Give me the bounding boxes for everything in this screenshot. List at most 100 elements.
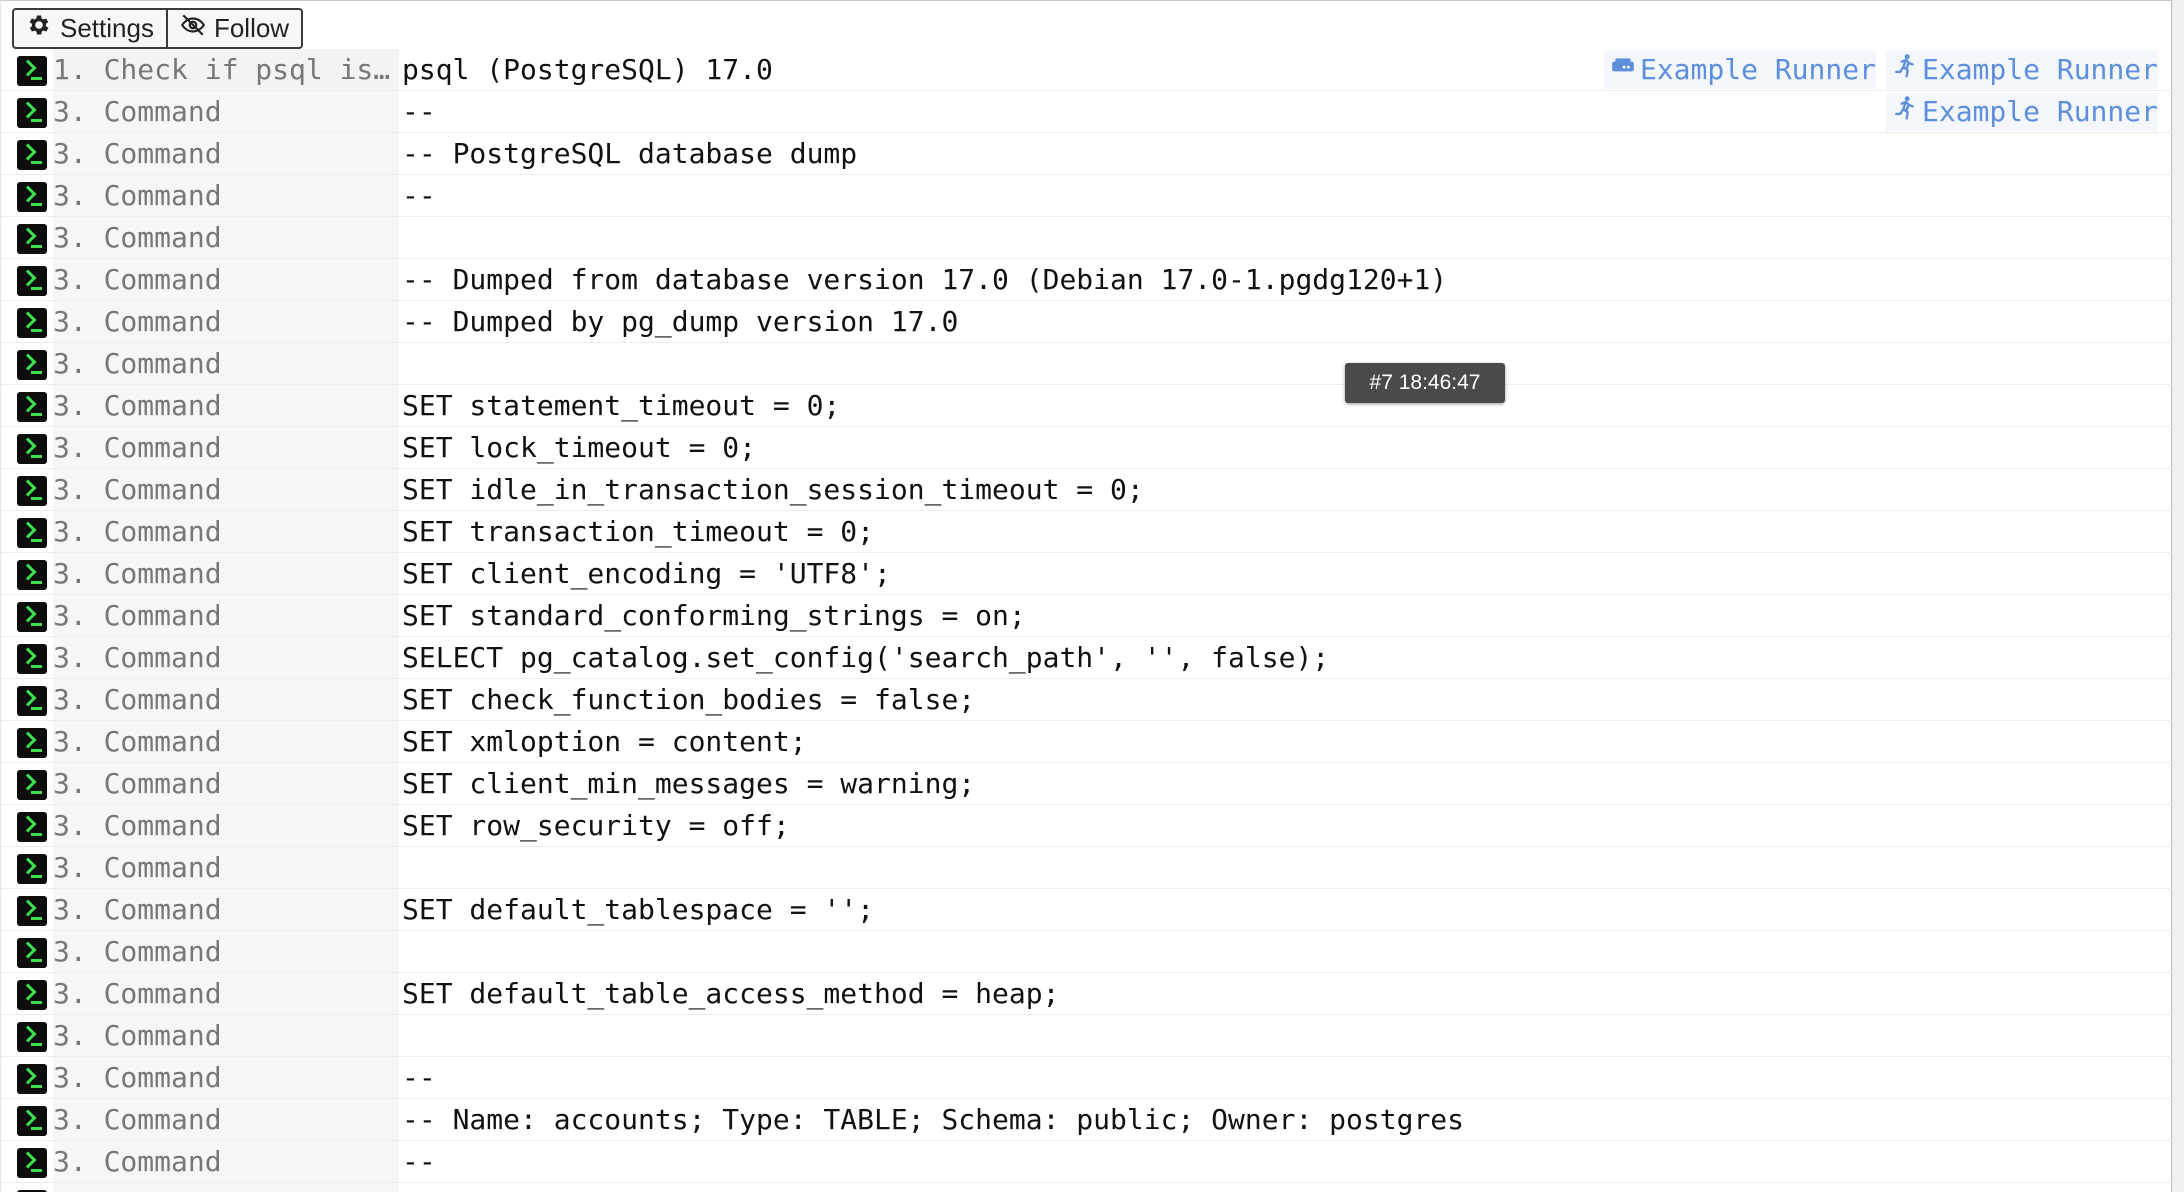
step-label[interactable]: 3. Command <box>53 1099 399 1140</box>
step-label[interactable]: 3. Command <box>53 469 399 510</box>
step-label[interactable]: 3. Command <box>53 511 399 552</box>
terminal-icon <box>17 308 47 338</box>
runner-link[interactable]: Example Runner <box>1885 50 2158 89</box>
log-row[interactable]: 3. Command SET check_function_bodies = fa… <box>0 679 2172 721</box>
settings-label: Settings <box>60 13 154 43</box>
log-line-text: SET client_encoding = 'UTF8'; <box>402 557 891 590</box>
log-line-text: -- <box>402 95 436 128</box>
log-line-text: psql (PostgreSQL) 17.0 <box>402 53 773 86</box>
terminal-icon <box>17 140 47 170</box>
step-label[interactable]: 3. Command <box>53 805 399 846</box>
log-row[interactable]: 3. Command -- <box>0 175 2172 217</box>
step-label[interactable]: 3. Command <box>53 259 399 300</box>
log-line-text: -- <box>402 1061 436 1094</box>
log-line-text: SET xmloption = content; <box>402 725 807 758</box>
log-row[interactable]: 3. Command -- Name: accounts; Type: TABLE… <box>0 1099 2172 1141</box>
log-row[interactable]: 3. Command -- Example Runner <box>0 91 2172 133</box>
log-row[interactable]: 3. Command <box>0 931 2172 973</box>
log-row[interactable]: 3. Command <box>0 1015 2172 1057</box>
log-row[interactable]: 3. Command -- PostgreSQL database dump <box>0 133 2172 175</box>
log-row[interactable]: 3. Command SET xmloption = content; <box>0 721 2172 763</box>
step-label[interactable]: 3. Command <box>53 385 399 426</box>
terminal-icon <box>17 896 47 926</box>
log-row[interactable]: 1. Check if psql is… psql (PostgreSQL) 17… <box>0 49 2172 91</box>
log-row[interactable]: 3. Command <box>0 217 2172 259</box>
log-row[interactable]: 3. Command SET transaction_timeout = 0; <box>0 511 2172 553</box>
follow-button[interactable]: Follow <box>165 10 301 47</box>
terminal-icon <box>17 938 47 968</box>
step-label[interactable]: 3. Command <box>53 595 399 636</box>
log-line-text: SET check_function_bodies = false; <box>402 683 976 716</box>
runner-label: Example Runner <box>1921 95 2158 128</box>
runner-links: Example Runner <box>1885 91 2158 132</box>
step-label[interactable]: 3. Command <box>53 553 399 594</box>
runner-link[interactable]: Example Runner <box>1603 50 1876 89</box>
log-row[interactable]: 3. Command SET statement_timeout = 0; <box>0 385 2172 427</box>
step-label[interactable]: 3. Command <box>53 343 399 384</box>
step-label[interactable]: 3. Command <box>53 973 399 1014</box>
gear-icon <box>26 12 52 45</box>
step-label[interactable]: 3. Command <box>53 133 399 174</box>
log-line-text: SET lock_timeout = 0; <box>402 431 757 464</box>
step-label[interactable]: 3. Command <box>53 1141 399 1182</box>
vertical-scrollbar[interactable] <box>2172 0 2184 1192</box>
terminal-icon <box>17 1148 47 1178</box>
log-row[interactable]: 3. Command -- Dumped by pg_dump version 1… <box>0 301 2172 343</box>
step-label[interactable]: 3. Command <box>53 931 399 972</box>
terminal-icon <box>17 1106 47 1136</box>
runner-links: Example Runner Example Runner <box>1603 49 2158 90</box>
step-label[interactable]: 3. Command <box>53 217 399 258</box>
log-row[interactable]: 3. Command SET default_table_access_metho… <box>0 973 2172 1015</box>
log-line-text: SET statement_timeout = 0; <box>402 389 841 422</box>
log-row[interactable]: 3. Command SET default_tablespace = ''; <box>0 889 2172 931</box>
step-label[interactable]: 3. Command <box>53 1183 399 1192</box>
step-label[interactable]: 3. Command <box>53 679 399 720</box>
terminal-icon <box>17 770 47 800</box>
running-person-icon <box>1892 95 1918 128</box>
terminal-icon <box>17 686 47 716</box>
step-label[interactable]: 3. Command <box>53 1015 399 1056</box>
terminal-icon <box>17 476 47 506</box>
step-label[interactable]: 3. Command <box>53 175 399 216</box>
terminal-icon <box>17 728 47 758</box>
step-label[interactable]: 3. Command <box>53 301 399 342</box>
log-line-text: SET client_min_messages = warning; <box>402 767 976 800</box>
step-label[interactable]: 3. Command <box>53 1057 399 1098</box>
step-label[interactable]: 1. Check if psql is… <box>53 49 399 90</box>
log-row[interactable]: 3. Command SET lock_timeout = 0; <box>0 427 2172 469</box>
step-label[interactable]: 3. Command <box>53 847 399 888</box>
log-row[interactable]: 3. Command -- Dumped from database versio… <box>0 259 2172 301</box>
log-line-text: SET default_tablespace = ''; <box>402 893 875 926</box>
log-row[interactable]: 3. Command SET client_min_messages = warn… <box>0 763 2172 805</box>
log-line-text: SET idle_in_transaction_session_timeout … <box>402 473 1144 506</box>
log-row[interactable]: 3. Command SET client_encoding = 'UTF8'; <box>0 553 2172 595</box>
terminal-icon <box>17 224 47 254</box>
terminal-icon <box>17 644 47 674</box>
log-row[interactable]: 3. Command SET idle_in_transaction_sessio… <box>0 469 2172 511</box>
runner-label: Example Runner <box>1921 53 2158 86</box>
terminal-icon <box>17 560 47 590</box>
log-row[interactable]: 3. Command -- <box>0 1057 2172 1099</box>
step-label[interactable]: 3. Command <box>53 721 399 762</box>
log-row[interactable]: 3. Command <box>0 1183 2172 1192</box>
log-row[interactable]: 3. Command -- <box>0 1141 2172 1183</box>
step-label[interactable]: 3. Command <box>53 91 399 132</box>
step-label[interactable]: 3. Command <box>53 889 399 930</box>
log-row[interactable]: 3. Command <box>0 343 2172 385</box>
settings-button[interactable]: Settings <box>14 10 166 47</box>
log-row[interactable]: 3. Command SET standard_conforming_string… <box>0 595 2172 637</box>
log-row[interactable]: 3. Command SELECT pg_catalog.set_config('… <box>0 637 2172 679</box>
terminal-icon <box>17 1064 47 1094</box>
runner-link[interactable]: Example Runner <box>1885 92 2158 131</box>
log-row[interactable]: 3. Command SET row_security = off; <box>0 805 2172 847</box>
log-line-text: SET default_table_access_method = heap; <box>402 977 1060 1010</box>
step-label[interactable]: 3. Command <box>53 763 399 804</box>
step-label[interactable]: 3. Command <box>53 637 399 678</box>
terminal-icon <box>17 602 47 632</box>
terminal-icon <box>17 350 47 380</box>
terminal-icon <box>17 98 47 128</box>
log-line-text: SELECT pg_catalog.set_config('search_pat… <box>402 641 1330 674</box>
terminal-icon <box>17 56 47 86</box>
log-row[interactable]: 3. Command <box>0 847 2172 889</box>
step-label[interactable]: 3. Command <box>53 427 399 468</box>
